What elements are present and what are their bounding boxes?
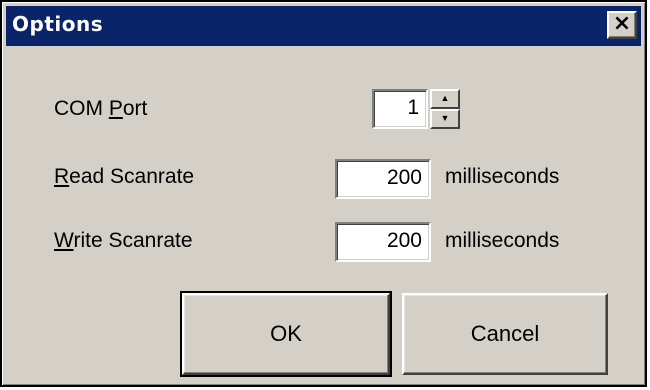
com-port-spinner[interactable]: ▲ ▼ — [430, 89, 460, 129]
options-dialog: Options × COM Port 1 ▲ ▼ Read Scanrate 2… — [0, 0, 647, 387]
read-scanrate-value: 200 — [386, 166, 422, 189]
close-icon: × — [612, 11, 632, 36]
close-button[interactable]: × — [607, 11, 637, 39]
write-scanrate-label-suffix: rite Scanrate — [73, 229, 193, 252]
cancel-button-label: Cancel — [470, 321, 540, 346]
ok-button[interactable]: OK — [180, 291, 392, 377]
spin-up-button[interactable]: ▲ — [430, 89, 460, 109]
spin-down-icon: ▼ — [440, 113, 450, 123]
read-scanrate-label-suffix: ead Scanrate — [69, 165, 195, 188]
com-port-label-mnemonic: P — [108, 97, 123, 120]
write-scanrate-input[interactable]: 200 — [335, 222, 431, 262]
window-title: Options — [12, 12, 104, 36]
write-scanrate-label-mnemonic: W — [54, 229, 74, 252]
com-port-label: COM Port — [54, 97, 147, 121]
read-scanrate-label: Read Scanrate — [54, 165, 194, 189]
com-port-label-prefix: COM — [54, 97, 109, 120]
title-bar[interactable]: Options × — [6, 6, 641, 46]
read-scanrate-label-mnemonic: R — [54, 165, 70, 188]
spin-down-button[interactable]: ▼ — [430, 109, 460, 129]
com-port-value: 1 — [407, 96, 419, 119]
read-scanrate-input[interactable]: 200 — [335, 159, 431, 199]
com-port-label-suffix: ort — [122, 97, 148, 120]
write-scanrate-label: Write Scanrate — [54, 229, 193, 253]
read-scanrate-units: milliseconds — [445, 165, 560, 188]
ok-button-label: OK — [270, 321, 302, 346]
spin-up-icon: ▲ — [440, 93, 450, 103]
write-scanrate-value: 200 — [386, 229, 422, 252]
com-port-input[interactable]: 1 — [372, 89, 428, 129]
cancel-button[interactable]: Cancel — [402, 293, 608, 375]
write-scanrate-units: milliseconds — [445, 229, 560, 252]
